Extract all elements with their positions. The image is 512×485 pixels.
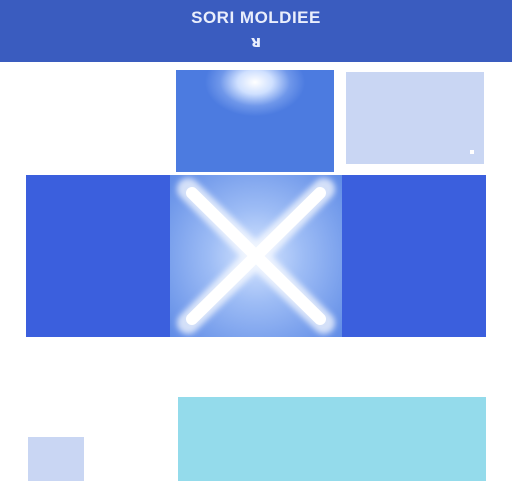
- title-bar: SORI MOLDIEE ᴚ: [0, 0, 512, 62]
- tile-middle-right[interactable]: [342, 175, 486, 337]
- tile-center[interactable]: [170, 175, 342, 337]
- tile-bottom-wide[interactable]: [178, 397, 486, 481]
- tile-top-right[interactable]: [346, 72, 484, 164]
- x-icon: [177, 178, 335, 334]
- tile-bottom-left[interactable]: [28, 437, 84, 481]
- tile-top-center[interactable]: [176, 70, 334, 172]
- corner-dot: [470, 150, 474, 154]
- app-title: SORI MOLDIEE: [191, 8, 321, 27]
- tile-middle-left[interactable]: [26, 175, 170, 337]
- app-subtitle-glyph: ᴚ: [250, 32, 262, 51]
